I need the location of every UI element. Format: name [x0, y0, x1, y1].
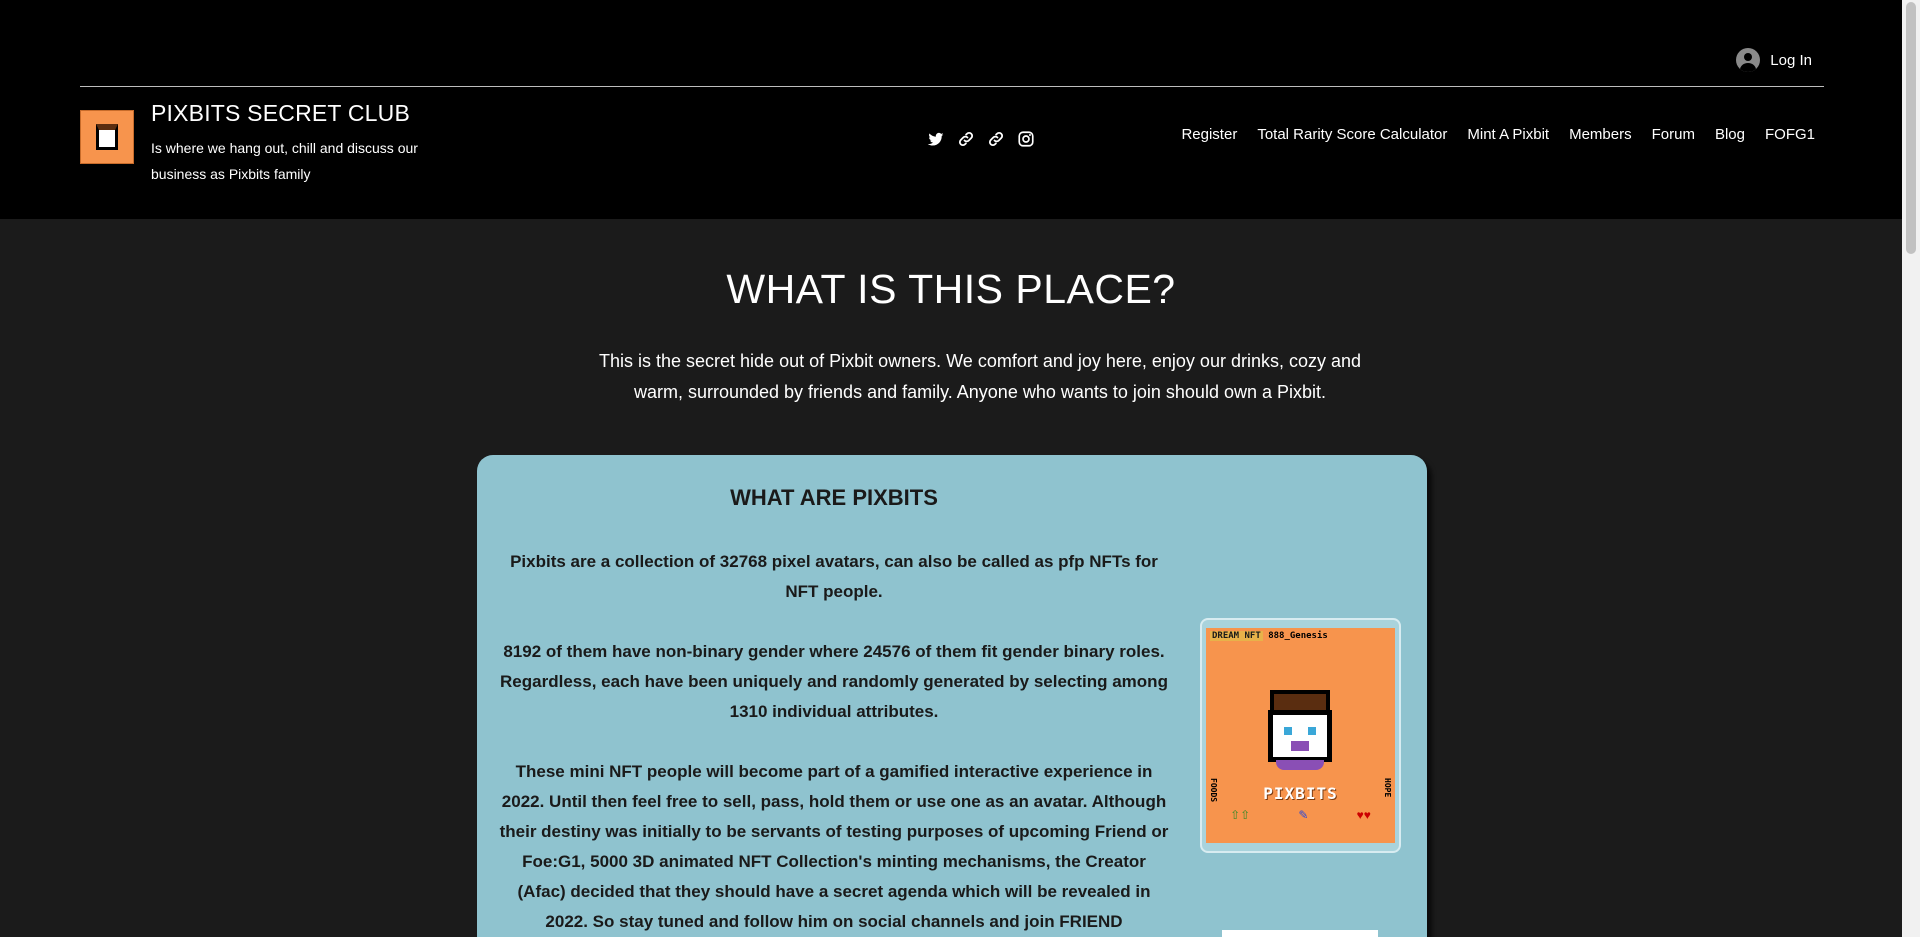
intro-text: This is the secret hide out of Pixbit ow… — [598, 351, 1362, 402]
header-divider — [80, 86, 1824, 87]
user-avatar-icon — [1736, 48, 1761, 72]
site-title[interactable]: PIXBITS SECRET CLUB — [151, 100, 410, 127]
twitter-icon[interactable] — [927, 130, 945, 148]
info-card: WHAT ARE PIXBITS Pixbits are a collectio… — [477, 455, 1427, 937]
site-tagline: Is where we hang out, chill and discuss … — [151, 140, 418, 182]
pixbit-nft-image: DREAM NFT 888_Genesis FOODS HOPE PIXBITS… — [1206, 628, 1395, 843]
link-icon[interactable] — [987, 130, 1005, 148]
scrollbar-thumb[interactable] — [1906, 2, 1916, 254]
card-paragraph: 8192 of them have non-binary gender wher… — [500, 642, 1168, 721]
card-action-button[interactable] — [1222, 930, 1378, 937]
link-icon[interactable] — [957, 130, 975, 148]
pixel-avatar — [1268, 690, 1332, 776]
site-logo[interactable] — [80, 110, 134, 164]
nav-blog[interactable]: Blog — [1715, 126, 1745, 143]
instagram-icon[interactable] — [1017, 130, 1035, 148]
site-header: Log In PIXBITS SECRET CLUB Is where we h… — [0, 0, 1902, 219]
card-paragraph: These mini NFT people will become part o… — [499, 762, 1169, 931]
nav-fofg1[interactable]: FOFG1 — [1765, 126, 1815, 143]
nav-forum[interactable]: Forum — [1652, 126, 1695, 143]
page-title: WHAT IS THIS PLACE? — [726, 266, 1176, 312]
nav-rarity-calculator[interactable]: Total Rarity Score Calculator — [1257, 126, 1447, 143]
pen-icon: ✎ — [1298, 808, 1309, 822]
arrows-icon: ⇧⇧ — [1230, 808, 1251, 822]
login-label: Log In — [1770, 51, 1812, 69]
nft-image-frame[interactable]: DREAM NFT 888_Genesis FOODS HOPE PIXBITS… — [1200, 618, 1401, 853]
nft-label: PIXBITS — [1263, 784, 1338, 803]
nav-mint[interactable]: Mint A Pixbit — [1467, 126, 1549, 143]
card-paragraph: Pixbits are a collection of 32768 pixel … — [510, 552, 1158, 601]
card-body: Pixbits are a collection of 32768 pixel … — [499, 547, 1169, 937]
social-bar — [927, 130, 1035, 148]
nav-register[interactable]: Register — [1181, 126, 1237, 143]
page-scrollbar[interactable] — [1902, 0, 1920, 937]
main-nav: Register Total Rarity Score Calculator M… — [1181, 126, 1815, 143]
nft-bottom-icons: ⇧⇧ ✎ ♥♥ — [1206, 808, 1395, 822]
login-button[interactable]: Log In — [1736, 48, 1812, 72]
card-title: WHAT ARE PIXBITS — [730, 485, 938, 510]
hearts-icon: ♥♥ — [1356, 808, 1371, 822]
nft-header-text: DREAM NFT 888_Genesis — [1210, 631, 1328, 641]
nav-members[interactable]: Members — [1569, 126, 1632, 143]
logo-face-icon — [96, 124, 118, 150]
